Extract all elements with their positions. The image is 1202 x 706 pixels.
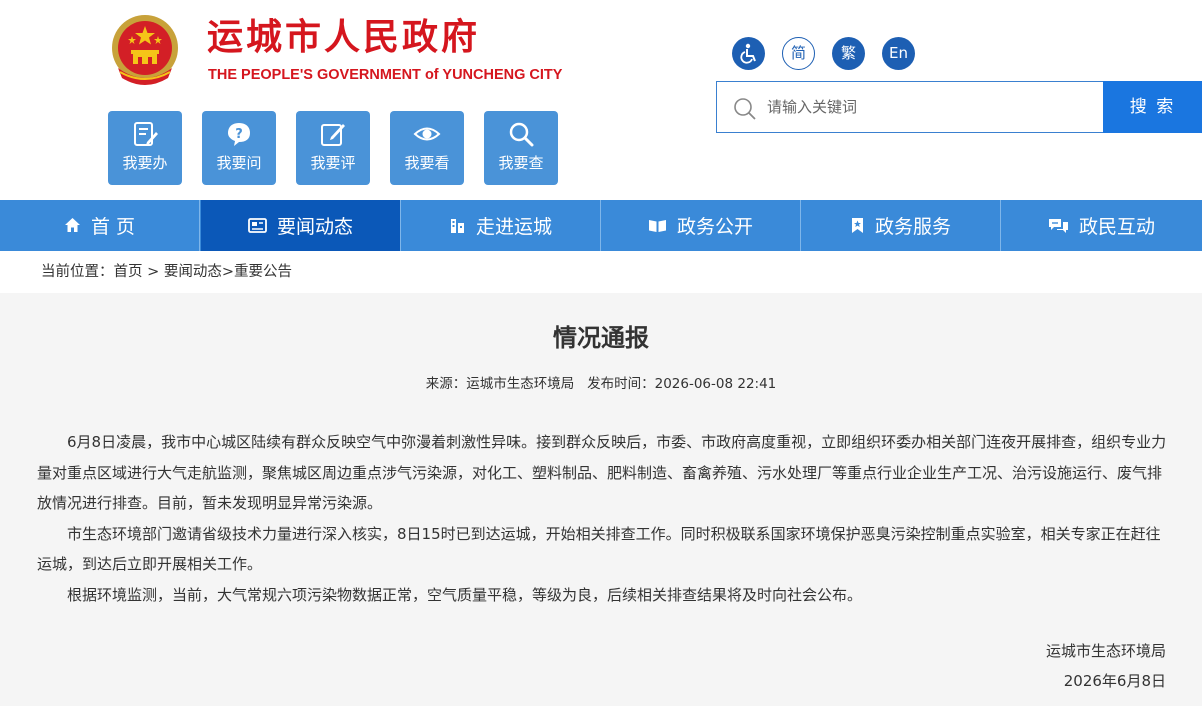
building-icon [450,219,464,233]
question-bubble-icon: ? [228,123,250,146]
article-paragraph: 根据环境监测，当前，大气常规六项污染物数据正常，空气质量平稳，等级为良，后续相关… [67,585,863,604]
site-subtitle: THE PEOPLE'S GOVERNMENT of YUNCHENG CITY [208,67,563,83]
article-source: 运城市生态环境局 [466,376,575,392]
breadcrumb-section[interactable]: 要闻动态 [164,264,222,280]
article-body: 6月8日凌晨，我市中心城区陆续有群众反映空气中弥漫着刺激性异味。接到群众反映后，… [37,427,1167,610]
quick-link-wen[interactable]: ? 我要问 [202,111,276,185]
search-icon [509,122,534,147]
quick-link-label: 我要查 [498,154,544,172]
nav-label: 要闻动态 [276,216,353,238]
wheelchair-icon [740,43,756,64]
article-time: 2026-06-08 22:41 [654,376,777,392]
quick-link-label: 我要办 [122,154,168,172]
edit-doc-icon [134,122,158,146]
main-nav: 首 页 要闻动态 走进运城 政务公开 政务服务 政民互动 [0,200,1202,251]
article-signature: 运城市生态环境局 [1045,642,1166,660]
breadcrumb: 当前位置：首页 > 要闻动态>重要公告 [0,251,1202,293]
nav-about[interactable]: 走进运城 [401,200,601,251]
nav-home[interactable]: 首 页 [0,200,200,251]
nav-services[interactable]: 政务服务 [801,200,1001,251]
article-date: 2026年6月8日 [1063,672,1166,690]
site-header: 运城市人民政府 THE PEOPLE'S GOVERNMENT of YUNCH… [0,0,1202,200]
bookmark-icon [851,218,863,233]
breadcrumb-home[interactable]: 首页 [114,264,143,280]
breadcrumb-separator: > [142,264,164,280]
svg-text:?: ? [235,127,243,142]
book-icon [648,220,666,232]
quick-link-label: 我要看 [404,154,450,172]
nav-open-gov[interactable]: 政务公开 [601,200,801,251]
home-icon [64,218,80,232]
quick-link-cha[interactable]: 我要查 [484,111,558,185]
search-box [716,81,1104,133]
article-title: 情况通报 [553,324,649,352]
article-signature-block: 运城市生态环境局 2026年6月8日 [1046,636,1166,696]
nav-label: 首 页 [90,216,136,238]
quick-link-label: 我要问 [216,154,262,172]
breadcrumb-separator: > [221,264,235,280]
time-label: 发布时间： [587,376,655,392]
quick-link-ban[interactable]: 我要办 [108,111,182,185]
nav-label: 政民互动 [1078,216,1155,238]
quick-link-kan[interactable]: 我要看 [390,111,464,185]
quick-link-ping[interactable]: 我要评 [296,111,370,185]
chat-icon [1048,219,1068,233]
nav-news[interactable]: 要闻动态 [201,200,401,251]
nav-label: 政务服务 [874,216,951,238]
simplified-chinese-button[interactable]: 简 [782,37,815,70]
nav-label: 政务公开 [676,216,753,238]
article-meta: 来源：运城市生态环境局 发布时间：2026-06-08 22:41 [0,372,1202,392]
traditional-chinese-button[interactable]: 繁 [832,37,865,70]
article-paragraph: 市生态环境部门邀请省级技术力量进行深入核实，8日15时已到达运城，开始相关排查工… [37,524,1161,574]
site-title: 运城市人民政府 [207,17,481,58]
national-emblem-icon [112,15,178,85]
pen-icon [321,124,345,146]
search-icon [734,98,756,120]
accessibility-button[interactable] [732,37,765,70]
source-label: 来源： [425,376,467,392]
breadcrumb-prefix: 当前位置： [41,264,114,280]
search-button[interactable]: 搜 索 [1103,81,1202,133]
nav-label: 走进运城 [475,216,552,238]
quick-link-label: 我要评 [310,154,356,172]
eye-icon [413,127,441,141]
breadcrumb-current[interactable]: 重要公告 [234,264,292,280]
nav-interaction[interactable]: 政民互动 [1001,200,1202,251]
article-paragraph: 6月8日凌晨，我市中心城区陆续有群众反映空气中弥漫着刺激性异味。接到群众反映后，… [37,433,1167,512]
english-button[interactable]: En [882,37,915,70]
search-input[interactable] [767,94,1087,120]
newspaper-icon [248,218,267,233]
